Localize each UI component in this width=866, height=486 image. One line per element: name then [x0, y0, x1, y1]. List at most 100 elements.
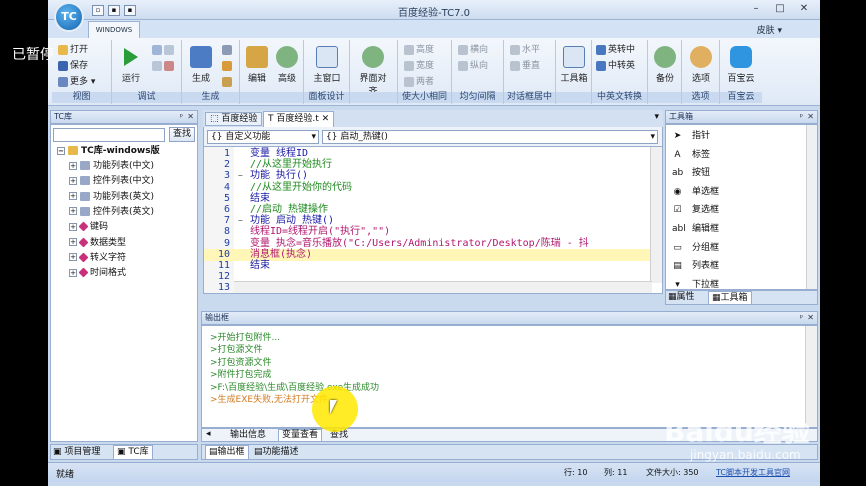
pin-icon[interactable]: ᵖ: [800, 312, 803, 324]
expand-icon[interactable]: +: [69, 238, 77, 246]
generate-button[interactable]: 生成: [184, 46, 218, 84]
spacing-horizontal-button[interactable]: 横向: [458, 44, 488, 57]
toolbox-item[interactable]: ➤ 指针: [666, 127, 796, 145]
stop-icon[interactable]: [152, 60, 164, 73]
cn-to-en-button[interactable]: 中转英: [596, 60, 635, 73]
close-icon[interactable]: ✕: [807, 111, 814, 123]
run-button[interactable]: 运行: [114, 46, 148, 84]
expand-icon[interactable]: +: [69, 176, 77, 185]
toolbox-item[interactable]: ▾ 下拉框: [666, 276, 796, 290]
expand-icon[interactable]: +: [69, 207, 77, 216]
maximize-button[interactable]: □: [768, 2, 792, 16]
brush-icon[interactable]: [222, 60, 234, 73]
expand-icon[interactable]: +: [69, 222, 77, 231]
expand-icon[interactable]: +: [69, 192, 77, 201]
close-icon[interactable]: ✕: [807, 312, 814, 324]
same-height-button[interactable]: 高度: [404, 44, 434, 57]
edit-button[interactable]: 编辑: [240, 46, 274, 84]
group-label: [556, 92, 591, 103]
toolbox-button[interactable]: 工具箱: [557, 46, 591, 84]
toolbox-item[interactable]: ☑ 复选框: [666, 201, 796, 219]
more-button[interactable]: 更多 ▾: [58, 76, 95, 89]
pause-icon[interactable]: [164, 44, 176, 57]
toolbox-item[interactable]: ◉ 单选框: [666, 183, 796, 201]
advanced-button[interactable]: 高级: [270, 46, 304, 84]
spacing-vertical-button[interactable]: 纵向: [458, 60, 488, 73]
close-icon[interactable]: ✕: [187, 111, 194, 123]
tab-properties[interactable]: ▦属性: [668, 291, 695, 304]
tree-item[interactable]: + 功能列表(中文): [69, 159, 154, 173]
fold-icon[interactable]: −: [238, 215, 243, 227]
same-both-button[interactable]: 两者: [404, 76, 434, 89]
control-icon: ▾: [675, 279, 680, 290]
group-label: 百宝云: [720, 92, 762, 103]
toolbox-item[interactable]: abl 编辑框: [666, 220, 796, 238]
tree-item-label: 数据类型: [90, 237, 127, 248]
en-to-cn-button[interactable]: 英转中: [596, 44, 635, 57]
toolbox-item[interactable]: ab 按钮: [666, 164, 796, 182]
library-search-input[interactable]: [53, 128, 165, 142]
cloud-button[interactable]: 百宝云: [724, 46, 758, 84]
tree-root[interactable]: − TC库-windows版: [57, 144, 160, 158]
toolbox-item[interactable]: ▭ 分组框: [666, 239, 796, 257]
code-editor[interactable]: 1 变量 线程ID 2//从这里开始执行 3− 功能 执行() 4 //从这里开始你的代码…: [203, 146, 663, 294]
toolbox-item[interactable]: ▤ 列表框: [666, 257, 796, 275]
code-text: 功能 执行(): [250, 170, 309, 182]
library-search-button[interactable]: 查找: [169, 127, 195, 142]
tree-item[interactable]: + 时间格式: [69, 266, 126, 280]
app-logo[interactable]: TC: [54, 2, 84, 32]
tab-list-chevron-icon[interactable]: ▾: [654, 112, 659, 122]
tree-item[interactable]: + 控件列表(中文): [69, 174, 154, 188]
scope-dropdown[interactable]: {} 自定义功能 ▾: [207, 130, 319, 144]
tree-item[interactable]: + 转义字符: [69, 251, 126, 265]
same-width-button[interactable]: 宽度: [404, 60, 434, 73]
expand-icon[interactable]: +: [69, 161, 77, 170]
center-horizontal-button[interactable]: 水平: [510, 44, 540, 57]
skin-menu[interactable]: 皮肤 ▾: [757, 23, 782, 36]
line-number: 11: [217, 260, 230, 271]
tab-variable-view[interactable]: 变量查看: [278, 429, 323, 442]
vertical-scrollbar[interactable]: [650, 147, 662, 283]
group-options: 选项 选项: [682, 40, 720, 104]
tree-item[interactable]: + 控件列表(英文): [69, 205, 154, 219]
scroll-left-icon[interactable]: ◂: [206, 429, 211, 439]
backup-button[interactable]: 备份: [648, 46, 682, 84]
toolbox-scrollbar[interactable]: [806, 125, 817, 289]
tab-output-info[interactable]: 输出信息: [230, 429, 266, 441]
gear-icon[interactable]: [222, 44, 234, 57]
center-vertical-button[interactable]: 垂直: [510, 60, 540, 73]
tab-tc-library[interactable]: ▣ TC库: [113, 445, 153, 460]
pin-icon[interactable]: ᵖ: [180, 111, 183, 123]
expand-icon[interactable]: +: [69, 268, 77, 277]
package-icon[interactable]: [222, 76, 234, 89]
options-button[interactable]: 选项: [684, 46, 718, 84]
interface-align-button[interactable]: 界面对齐: [356, 46, 390, 97]
tree-item[interactable]: + 功能列表(英文): [69, 190, 154, 204]
output-line: >打包资源文件: [210, 357, 272, 368]
breakpoint-icon[interactable]: [164, 60, 176, 73]
tree-item[interactable]: + 数据类型: [69, 236, 126, 250]
save-button[interactable]: 保存: [58, 60, 88, 73]
close-button[interactable]: ✕: [792, 2, 816, 16]
tab-baidu-jingyan-t[interactable]: T 百度经验.t ✕: [263, 111, 335, 127]
function-dropdown[interactable]: {} 启动_热键() ▾: [322, 130, 658, 144]
tab-output-box[interactable]: ▤输出框: [205, 445, 249, 460]
minimize-button[interactable]: –: [744, 2, 768, 16]
fold-icon[interactable]: −: [238, 170, 243, 182]
open-button[interactable]: 打开: [58, 44, 88, 57]
tree-item[interactable]: + 键码: [69, 220, 108, 234]
step-icon[interactable]: [152, 44, 164, 57]
expand-icon[interactable]: +: [69, 253, 77, 262]
tab-baidu-jingyan[interactable]: ⬚ 百度经验: [205, 112, 263, 126]
tab-function-description[interactable]: ▤功能描述: [254, 446, 299, 459]
pin-icon[interactable]: ᵖ: [800, 111, 803, 123]
official-site-link[interactable]: TC脚本开发工具官网: [716, 467, 790, 478]
horizontal-scrollbar[interactable]: [234, 281, 652, 293]
tab-toolbox[interactable]: ▦工具箱: [708, 291, 752, 305]
main-window-button[interactable]: 主窗口: [310, 46, 344, 84]
group-label: [350, 92, 397, 103]
toolbox-item[interactable]: A 标签: [666, 146, 796, 164]
tab-project-manager[interactable]: ▣ 项目管理: [53, 446, 100, 459]
tab-windows[interactable]: WINDOWS: [88, 21, 140, 38]
status-row: 行: 10: [564, 468, 588, 477]
